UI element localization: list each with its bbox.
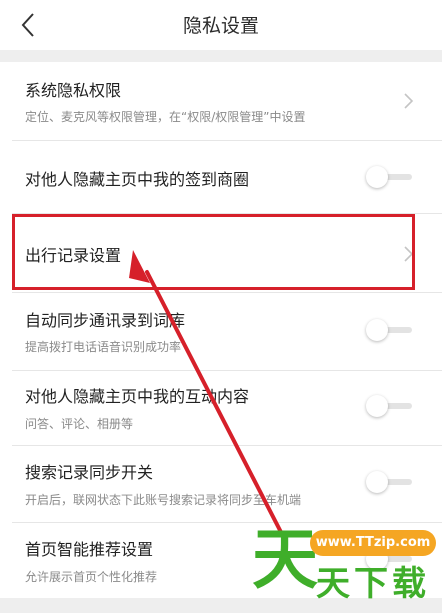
hide-interactions-toggle[interactable] xyxy=(366,395,412,417)
setting-subtitle: 定位、麦克风等权限管理，在“权限/权限管理”中设置 xyxy=(25,110,306,124)
setting-label: 对他人隐藏主页中我的互动内容 xyxy=(25,387,250,406)
setting-row-search-sync: 搜索记录同步开关 开启后，联网状态下此账号搜索记录将同步至车机端 xyxy=(0,446,442,522)
setting-row-sync-contacts: 自动同步通讯录到词库 提高拨打电话语音识别成功率 xyxy=(0,293,442,370)
section-gap xyxy=(0,50,442,62)
setting-subtitle: 允许展示首页个性化推荐 xyxy=(25,570,158,584)
page-title: 隐私设置 xyxy=(182,15,259,37)
top-bar: 隐私设置 xyxy=(0,0,442,50)
watermark-url-badge: www.TTzip.com xyxy=(310,530,436,556)
setting-label: 搜索记录同步开关 xyxy=(25,463,154,482)
chevron-right-icon xyxy=(404,93,414,109)
setting-label: 首页智能推荐设置 xyxy=(25,540,154,559)
privacy-settings-screen: 隐私设置 系统隐私权限 定位、麦克风等权限管理，在“权限/权限管理”中设置 对他… xyxy=(0,0,442,613)
setting-label: 对他人隐藏主页中我的签到商圈 xyxy=(25,170,250,189)
setting-label: 自动同步通讯录到词库 xyxy=(25,311,186,330)
watermark-big-char: 天 xyxy=(252,521,318,598)
hide-checkin-toggle[interactable] xyxy=(366,166,412,188)
annotation-highlight-box xyxy=(12,214,415,290)
setting-subtitle: 问答、评论、相册等 xyxy=(25,417,134,431)
search-sync-toggle[interactable] xyxy=(366,471,412,493)
setting-subtitle: 开启后，联网状态下此账号搜索记录将同步至车机端 xyxy=(25,493,302,507)
sync-contacts-toggle[interactable] xyxy=(366,319,412,341)
toggle-knob xyxy=(366,471,388,493)
setting-subtitle: 提高拨打电话语音识别成功率 xyxy=(25,340,182,354)
setting-row-system-privacy[interactable]: 系统隐私权限 定位、麦克风等权限管理，在“权限/权限管理”中设置 xyxy=(0,62,442,140)
setting-label: 系统隐私权限 xyxy=(25,81,122,100)
watermark-small-text: 天下载 xyxy=(316,564,430,604)
toggle-knob xyxy=(366,395,388,417)
toggle-knob xyxy=(366,319,388,341)
watermark-logo: 天 www.TTzip.com 天下载 xyxy=(250,520,442,613)
setting-row-hide-interactions: 对他人隐藏主页中我的互动内容 问答、评论、相册等 xyxy=(0,371,442,445)
toggle-knob xyxy=(366,166,388,188)
setting-row-hide-checkin: 对他人隐藏主页中我的签到商圈 xyxy=(0,141,442,213)
